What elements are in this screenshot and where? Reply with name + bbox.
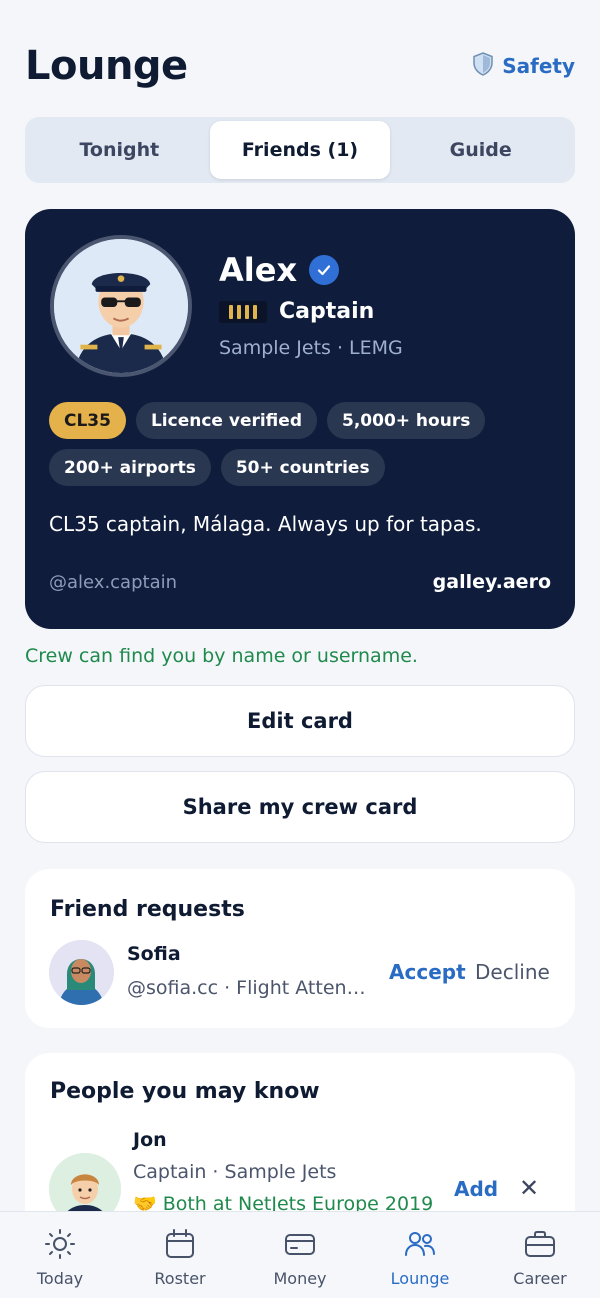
friend-requests-panel: Friend requests Sofia @sofia.cc · Flight… [25, 869, 575, 1028]
verified-badge-icon [309, 255, 340, 285]
shield-icon [472, 51, 494, 81]
card-icon [283, 1227, 317, 1265]
chip-list: CL35 Licence verified 5,000+ hours 200+ … [49, 402, 551, 486]
tab-friends[interactable]: Friends (1) [209, 121, 391, 179]
share-card-button[interactable]: Share my crew card [25, 771, 575, 843]
tabbar-label-roster: Roster [154, 1269, 206, 1288]
suggestion-subtitle: Captain · Sample Jets [133, 1161, 337, 1183]
crew-card: Alex Captain Sample Jets · LEMG CL35 Lic… [25, 209, 575, 629]
tabbar-label-career: Career [513, 1269, 567, 1288]
people-icon [403, 1227, 437, 1265]
crew-company: Sample Jets · LEMG [219, 337, 403, 359]
safety-link[interactable]: Safety [472, 51, 575, 81]
page-title: Lounge [25, 43, 188, 89]
crew-site: galley.aero [432, 571, 551, 593]
request-subtitle: @sofia.cc · Flight Attendant [127, 977, 372, 999]
suggestion-name: Jon [133, 1129, 167, 1151]
close-icon[interactable]: ✕ [519, 1174, 539, 1202]
segmented-tabs: Tonight Friends (1) Guide [25, 117, 575, 183]
tab-tonight[interactable]: Tonight [29, 121, 210, 179]
rank-row: Captain [219, 299, 374, 324]
sun-icon [43, 1227, 77, 1265]
chip-hours: 5,000+ hours [327, 402, 486, 439]
tabbar-item-today[interactable]: Today [0, 1212, 120, 1298]
tabbar-item-roster[interactable]: Roster [120, 1212, 240, 1298]
tabbar-label-lounge: Lounge [390, 1269, 450, 1288]
header: Lounge Safety [25, 38, 575, 94]
add-friend-button[interactable]: Add [454, 1177, 498, 1201]
request-name: Sofia [127, 943, 181, 965]
edit-card-button[interactable]: Edit card [25, 685, 575, 757]
safety-label: Safety [502, 54, 575, 78]
people-title: People you may know [50, 1079, 320, 1104]
crew-handle: @alex.captain [49, 572, 178, 593]
find-note: Crew can find you by name or username. [25, 645, 418, 667]
friend-requests-title: Friend requests [50, 897, 245, 922]
tabbar-item-money[interactable]: Money [240, 1212, 360, 1298]
tab-guide[interactable]: Guide [390, 121, 571, 179]
tabbar-item-career[interactable]: Career [480, 1212, 600, 1298]
rank-stripes-icon [219, 300, 267, 323]
chip-countries: 50+ countries [220, 449, 385, 486]
pilot-avatar-illustration [54, 239, 188, 373]
bottom-tab-bar: Today Roster Money Lounge Career [0, 1211, 600, 1298]
chip-licence: Licence verified [135, 402, 317, 439]
crew-bio: CL35 captain, Málaga. Always up for tapa… [49, 512, 482, 536]
accept-request-button[interactable]: Accept [389, 960, 466, 984]
tabbar-label-money: Money [273, 1269, 327, 1288]
tabbar-label-today: Today [36, 1269, 84, 1288]
chip-aircraft-type: CL35 [49, 402, 126, 439]
briefcase-icon [523, 1227, 557, 1265]
crew-name: Alex [219, 251, 298, 289]
avatar [50, 235, 192, 377]
avatar [49, 940, 114, 1005]
chip-airports: 200+ airports [49, 449, 211, 486]
crew-rank: Captain [279, 299, 375, 324]
tabbar-item-lounge[interactable]: Lounge [360, 1212, 480, 1298]
name-row: Alex [219, 251, 340, 289]
decline-request-button[interactable]: Decline [475, 960, 550, 984]
calendar-icon [163, 1227, 197, 1265]
